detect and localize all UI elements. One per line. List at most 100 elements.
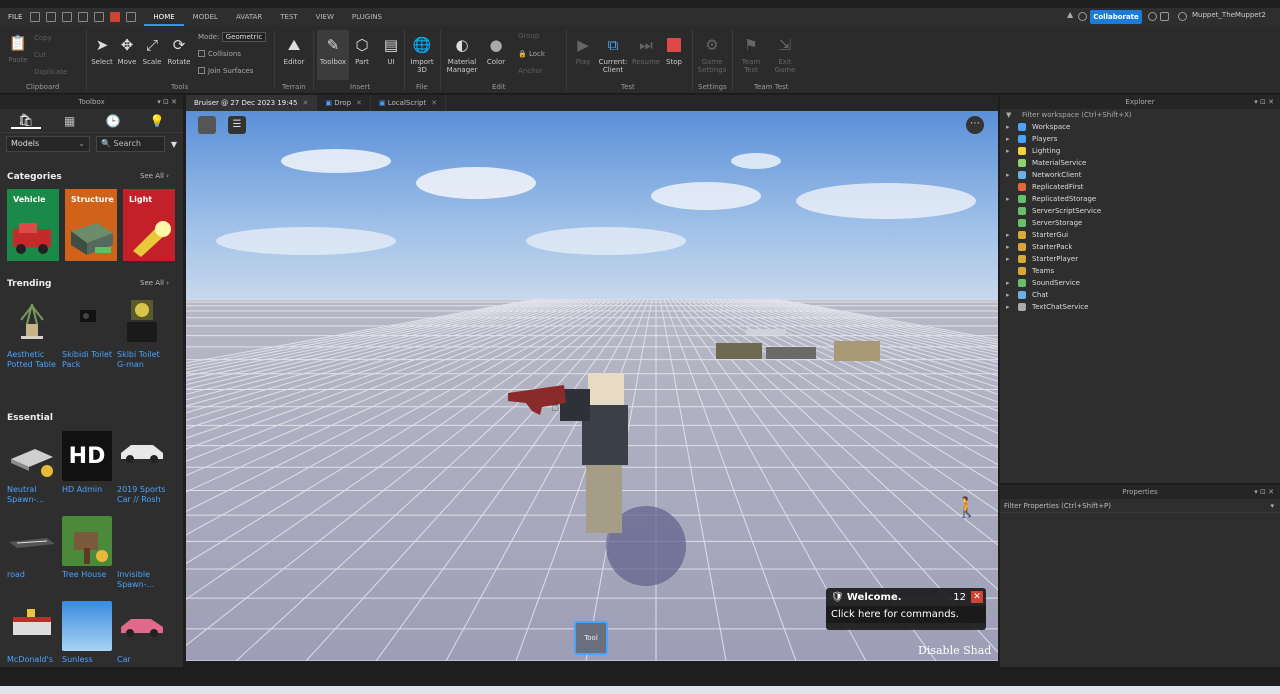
hotbar-tool-slot[interactable]: Tool xyxy=(574,621,608,655)
more-options-icon[interactable]: ⋯ xyxy=(966,116,984,134)
tab-model[interactable]: MODEL xyxy=(184,8,227,26)
username[interactable]: Muppet_TheMuppet2 xyxy=(1192,11,1266,19)
expand-arrow-icon[interactable]: ▸ xyxy=(1006,289,1010,301)
import-3d-button[interactable]: 🌐 Import 3D xyxy=(408,36,436,74)
tab-home[interactable]: HOME xyxy=(144,8,184,26)
explorer-item[interactable]: ServerStorage xyxy=(1000,217,1280,229)
trending-item-skibidi-toilet-pack[interactable]: Skibidi Toilet Pack xyxy=(62,296,114,370)
tab-avatar[interactable]: AVATAR xyxy=(227,8,271,26)
explorer-filter-input[interactable]: ▼ Filter workspace (Ctrl+Shift+X) xyxy=(1000,109,1280,121)
lock-button[interactable]: 🔒 Lock xyxy=(518,50,545,58)
trending-item-skibi-toilet-g-man[interactable]: Skibi Toilet G-man xyxy=(117,296,169,370)
marketplace-tab-icon[interactable]: 🛍 xyxy=(10,113,41,129)
close-icon[interactable]: ✕ xyxy=(356,99,362,107)
game-settings-button[interactable]: ⚙ Game Settings xyxy=(696,36,728,74)
explorer-item[interactable]: ▸ StarterPlayer xyxy=(1000,253,1280,265)
explorer-item[interactable]: ▸ StarterGui xyxy=(1000,229,1280,241)
trending-see-all-link[interactable]: See All › xyxy=(140,279,169,287)
toolbox-search-input[interactable]: 🔍 Search xyxy=(96,136,165,152)
essential-item-sunless[interactable]: Sunless xyxy=(62,601,114,665)
undo-icon[interactable] xyxy=(78,12,89,22)
color-button[interactable]: ● Color xyxy=(484,36,508,66)
expand-arrow-icon[interactable]: ▸ xyxy=(1006,145,1010,157)
panel-controls[interactable]: ▾ ⊡ ✕ xyxy=(1254,95,1274,109)
material-manager-button[interactable]: ◐ Material Manager xyxy=(444,36,480,74)
share-network-icon[interactable] xyxy=(1178,12,1187,21)
explorer-item[interactable]: ServerScriptService xyxy=(1000,205,1280,217)
expand-arrow-icon[interactable]: ▸ xyxy=(1006,241,1010,253)
open-file-icon[interactable] xyxy=(46,12,57,22)
expand-arrow-icon[interactable]: ▸ xyxy=(1006,229,1010,241)
redo-icon[interactable] xyxy=(126,12,137,22)
explorer-item[interactable]: ▸ Players xyxy=(1000,133,1280,145)
stop-icon[interactable] xyxy=(110,12,121,22)
essential-item-tree-house[interactable]: Tree House xyxy=(62,516,114,580)
essential-item-car[interactable]: Car xyxy=(117,601,169,665)
close-icon[interactable]: ✕ xyxy=(431,99,437,107)
cut-button[interactable]: Cut xyxy=(34,51,46,59)
explorer-item[interactable]: ▸ Lighting xyxy=(1000,145,1280,157)
stop-button[interactable]: Stop xyxy=(663,36,685,66)
close-icon[interactable]: ✕ xyxy=(302,99,308,107)
explorer-item[interactable]: ▸ ReplicatedStorage xyxy=(1000,193,1280,205)
chat-notification[interactable]: 🛡 Welcome. 12 ✕ Click here for commands. xyxy=(826,588,986,630)
recent-tab-icon[interactable]: 🕒 xyxy=(98,114,128,128)
paste-button[interactable]: 📋 Paste xyxy=(6,34,30,64)
essential-item-sports-car[interactable]: 2019 Sports Car // Rosh xyxy=(117,431,169,505)
collapse-ribbon-icon[interactable]: ▲ xyxy=(1067,10,1076,19)
essential-item-hd-admin[interactable]: HD HD Admin xyxy=(62,431,114,495)
disable-shadows-text[interactable]: Disable Shad xyxy=(918,644,991,657)
essential-item-mcdonalds[interactable]: McDonald's xyxy=(7,601,59,665)
tab-plugins[interactable]: PLUGINS xyxy=(343,8,391,26)
category-vehicle[interactable]: Vehicle xyxy=(7,189,59,261)
explorer-item[interactable]: ▸ TextChatService xyxy=(1000,301,1280,313)
3d-viewport[interactable]: ☰ ⋯ ☝ Tool 🚶 🛡 Welcome. 12 ✕ Click here … xyxy=(186,111,998,661)
explorer-item[interactable]: MaterialService xyxy=(1000,157,1280,169)
collaborate-button[interactable]: Collaborate xyxy=(1090,10,1142,24)
join-surfaces-toggle[interactable]: Join Surfaces xyxy=(198,67,253,75)
category-structure[interactable]: Structure xyxy=(65,189,117,261)
select-tool-button[interactable]: ➤ Select xyxy=(90,36,114,66)
chat-prompt[interactable]: Click here for commands. xyxy=(826,606,986,623)
category-light[interactable]: Light xyxy=(123,189,175,261)
explorer-item[interactable]: Teams xyxy=(1000,265,1280,277)
collisions-toggle[interactable]: Collisions xyxy=(198,50,241,58)
cloud-icon[interactable] xyxy=(1160,12,1169,21)
mode-selector[interactable]: Mode: Geometric xyxy=(198,32,267,42)
filter-icon[interactable]: ▼ xyxy=(171,140,177,149)
expand-arrow-icon[interactable]: ▸ xyxy=(1006,133,1010,145)
tab-place[interactable]: Bruiser @ 27 Dec 2023 19:45 ✕ xyxy=(186,95,318,111)
tab-localscript[interactable]: ▣ LocalScript ✕ xyxy=(371,95,447,111)
tab-test[interactable]: TEST xyxy=(271,8,306,26)
chat-close-icon[interactable]: ✕ xyxy=(971,591,983,603)
part-button[interactable]: ⬡ Part xyxy=(351,36,373,66)
play-button[interactable]: ▶ Play xyxy=(572,36,594,66)
tab-view[interactable]: VIEW xyxy=(307,8,343,26)
duplicate-button[interactable]: Duplicate xyxy=(34,68,67,76)
creations-tab-icon[interactable]: 💡 xyxy=(142,114,172,128)
panel-controls[interactable]: ▾ ⊡ ✕ xyxy=(1254,485,1274,499)
expand-arrow-icon[interactable]: ▸ xyxy=(1006,301,1010,313)
essential-item-neutral-spawn[interactable]: Neutral Spawn-... xyxy=(7,431,59,505)
share-icon[interactable] xyxy=(1078,12,1087,21)
roblox-menu-icon[interactable] xyxy=(198,116,216,134)
tab-drop-script[interactable]: ▣ Drop ✕ xyxy=(317,95,371,111)
ui-button[interactable]: ▤ UI xyxy=(380,36,402,66)
inventory-tab-icon[interactable]: ▦ xyxy=(55,114,85,128)
save-icon[interactable] xyxy=(62,12,73,22)
toolbox-button[interactable]: ✎ Toolbox xyxy=(317,30,349,80)
collisions-checkbox[interactable] xyxy=(198,50,205,57)
expand-arrow-icon[interactable]: ▸ xyxy=(1006,253,1010,265)
categories-see-all-link[interactable]: See All › xyxy=(140,172,169,180)
copy-button[interactable]: Copy xyxy=(34,34,52,42)
exit-game-button[interactable]: ⇲ Exit Game xyxy=(770,36,800,74)
essential-item-invisible-spawn[interactable]: Invisible Spawn-... xyxy=(117,516,169,590)
current-client-button[interactable]: ⧉ Current: Client xyxy=(597,36,629,74)
expand-arrow-icon[interactable]: ▸ xyxy=(1006,121,1010,133)
new-file-icon[interactable] xyxy=(30,12,41,22)
explorer-item[interactable]: ▸ NetworkClient xyxy=(1000,169,1280,181)
explorer-item[interactable]: ▸ StarterPack xyxy=(1000,241,1280,253)
explorer-item[interactable]: ReplicatedFirst xyxy=(1000,181,1280,193)
scale-tool-button[interactable]: ⤢ Scale xyxy=(140,36,164,66)
move-tool-button[interactable]: ✥ Move xyxy=(115,36,139,66)
